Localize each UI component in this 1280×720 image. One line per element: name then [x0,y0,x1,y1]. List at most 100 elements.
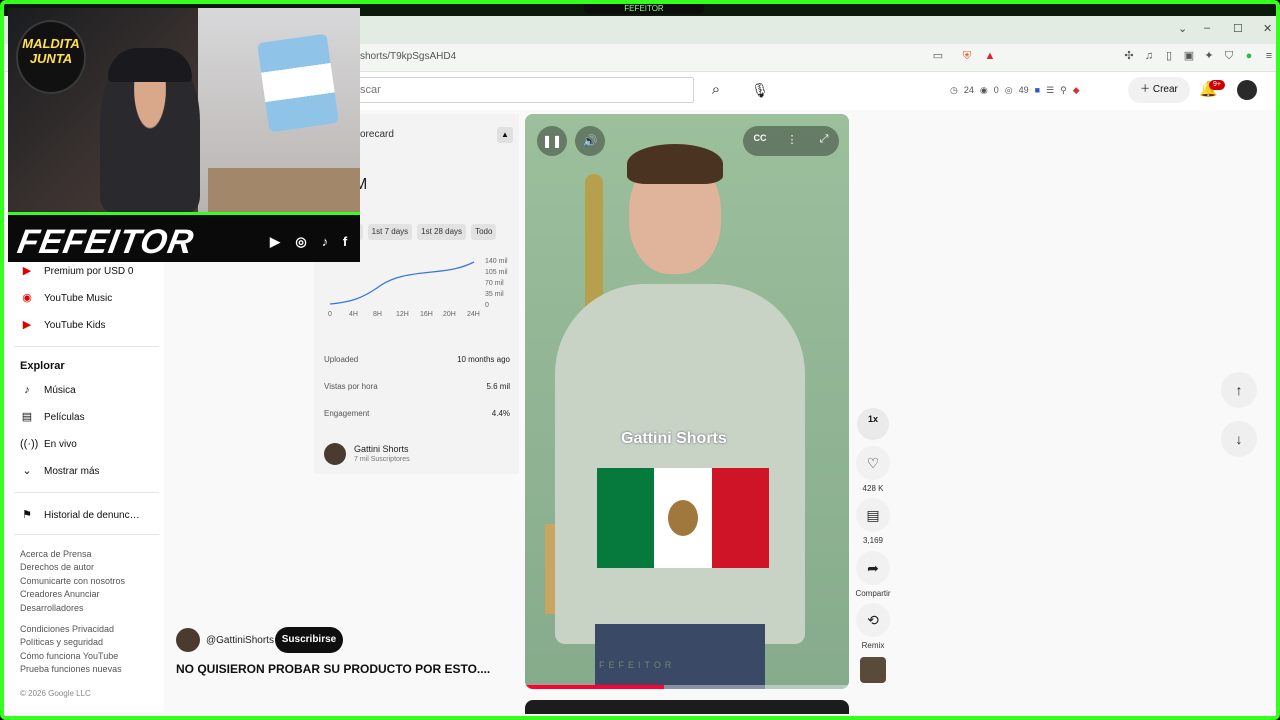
more-options-icon[interactable]: ⋮ [784,133,800,146]
sidebar-item-label: Mostrar más [44,465,100,477]
webcam-desk [208,168,360,212]
stream-top-title: FEFEITOR [584,4,704,14]
views-line [329,261,475,305]
alert-icon[interactable]: ◆ [1073,85,1080,96]
sidebar-item-musica[interactable]: ♪ Música [20,383,75,397]
tab-7-days[interactable]: 1st 7 days [367,224,413,240]
brave-shield-icon[interactable]: ⛨ [960,49,974,63]
cast-icon[interactable]: ▭ [931,49,945,63]
brave-rewards-icon[interactable]: ▲ [983,49,997,63]
like-action[interactable]: ♡ 428 K [855,446,891,493]
audio-source-thumbnail[interactable] [860,657,886,683]
like-heart-icon[interactable]: ♡ [856,446,890,480]
scorecard-tabs: rs 1st 7 days 1st 28 days Todo [348,224,497,240]
eye-icon: ◉ [979,84,988,95]
footer-link[interactable]: Comunicarte con nosotros [20,576,125,586]
video-person-jeans [595,624,765,689]
flag-emblem [668,500,699,536]
x-tick: 12H [396,311,409,318]
short-channel-handle[interactable]: @GattiniShorts [206,635,274,646]
wallet-icon[interactable]: ▣ [1182,49,1196,63]
footer-link[interactable]: Cómo funciona YouTube [20,651,118,661]
comments-action[interactable]: ▤ 3,169 [855,498,891,545]
captions-icon[interactable]: CC [752,133,768,143]
remix-icon[interactable]: ⟲ [856,603,890,637]
sidebar-item-premium[interactable]: ▶ Premium por USD 0 [20,264,134,278]
video-person-hair [627,144,723,184]
video-progress-fill [525,685,665,689]
sidebar-item-kids[interactable]: ▶ YouTube Kids [20,318,106,332]
explorar-heading: Explorar [20,360,65,372]
footer-link[interactable]: Condiciones Privacidad [20,624,114,634]
minimize-icon[interactable]: – [1204,22,1210,34]
award-icon[interactable]: ⚲ [1060,85,1067,96]
subscribe-button[interactable]: Suscribirse [275,627,343,653]
x-tick: 20H [443,311,456,318]
footer-link[interactable]: Derechos de autor [20,562,94,572]
media-icon[interactable]: ♫ [1142,49,1156,63]
plus-icon: ＋ [1140,84,1153,95]
sidebar-item-label: YouTube Kids [44,319,106,331]
channel-name[interactable]: Gattini Shorts [354,444,409,454]
create-button[interactable]: ＋ Crear [1128,77,1190,103]
share-action[interactable]: ➦ Compartir [855,551,891,598]
y-tick: 140 mil [485,258,508,265]
sidebar-item-label: YouTube Music [44,292,113,304]
menu-icon[interactable]: ≡ [1262,49,1276,63]
video-progress-bar[interactable] [525,685,849,689]
collapse-chevron-icon[interactable]: ▲ [497,127,513,143]
sidebar-item-music[interactable]: ◉ YouTube Music [20,291,112,305]
short-channel-avatar[interactable] [176,628,200,652]
channel-avatar[interactable] [324,443,346,465]
leo-icon[interactable]: ✦ [1202,49,1216,63]
share-icon[interactable]: ➦ [856,551,890,585]
volume-icon[interactable]: 🔊 [575,126,605,156]
pause-icon[interactable]: ❚❚ [537,126,567,156]
footer-link[interactable]: Políticas y seguridad [20,637,103,647]
footer-link[interactable]: Prueba funciones nuevas [20,664,122,674]
profile-dot-icon[interactable]: ● [1242,49,1256,63]
extensions-icon[interactable]: ✣ [1122,49,1136,63]
account-avatar[interactable] [1237,80,1257,100]
next-video-peek[interactable] [525,700,849,714]
row-value: 4.4% [491,409,510,418]
tab-todo[interactable]: Todo [471,224,497,240]
previous-short-arrow-up-icon[interactable]: ↑ [1221,372,1257,408]
x-tick: 4H [349,311,358,318]
fullscreen-icon[interactable]: ⤢ [816,133,832,146]
microphone-icon[interactable]: 🎙 [746,77,774,103]
sidebar-toggle-icon[interactable]: ▯ [1162,49,1176,63]
views-icon: ◎ [1004,84,1013,95]
sidebar-item-en-vivo[interactable]: ((·)) En vivo [20,437,77,451]
next-short-arrow-down-icon[interactable]: ↓ [1221,421,1257,457]
youtube-kids-icon: ▶ [22,319,32,331]
footer-link[interactable]: Creadores Anunciar [20,589,100,599]
close-window-icon[interactable]: ✕ [1263,22,1272,35]
sidebar-item-label: Premium por USD 0 [44,265,134,277]
remix-action[interactable]: ⟲ Remix [855,603,891,650]
sidebar-item-report-history[interactable]: ⚑ Historial de denunc… [20,508,140,522]
streamer-banner: FEFEITOR ▶ ◎ ♪ f [8,212,360,262]
sidebar-item-peliculas[interactable]: ▤ Películas [20,410,85,424]
video-brand-text: Gattini Shorts [621,430,727,447]
sidebar-divider [14,534,159,535]
shorts-video-player[interactable]: Gattini Shorts FEFEITOR ❚❚ 🔊 CC ⋮ ⤢ [525,114,849,689]
footer-link[interactable]: Desarrolladores [20,603,84,613]
tab-28-days[interactable]: 1st 28 days [417,224,467,240]
sidebar-item-label: En vivo [44,438,77,450]
list-icon[interactable]: ☰ [1046,85,1054,96]
webcam-overlay: MALDITA JUNTA [8,8,360,212]
comment-icon[interactable]: ▤ [856,498,890,532]
url-text[interactable]: shorts/T9kpSgsAHD4 [360,51,456,62]
vpn-icon[interactable]: ⛉ [1222,49,1236,63]
sidebar-item-mostrar-mas[interactable]: ⌄ Mostrar más [20,464,100,478]
extension-badge-icon[interactable]: ■ [1035,85,1040,95]
maximize-icon[interactable]: ☐ [1233,22,1243,35]
footer-link[interactable]: Acerca de Prensa [20,549,92,559]
tab-list-chevron-icon[interactable]: ⌄ [1178,22,1187,35]
y-tick: 105 mil [485,269,508,276]
playback-speed-button[interactable]: 1x [857,408,889,440]
search-input[interactable] [344,77,694,103]
search-icon[interactable]: ⌕ [698,77,734,103]
row-value: 10 months ago [457,355,510,364]
